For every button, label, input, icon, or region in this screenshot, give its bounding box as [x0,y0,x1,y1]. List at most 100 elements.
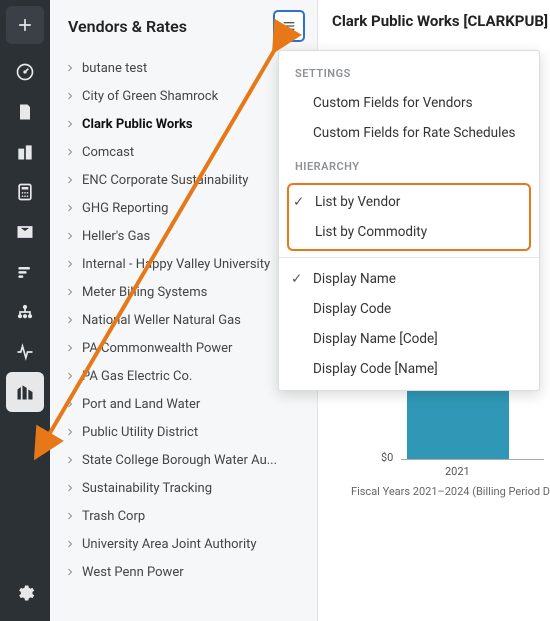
chevron-right-icon [64,398,76,410]
calculator-icon [15,182,35,202]
chevron-right-icon [64,258,76,270]
nav-buildings[interactable] [6,132,44,172]
tree-row[interactable]: State College Borough Water Au... [64,446,309,474]
chevron-right-icon [64,174,76,186]
tree-row-label: Comcast [82,145,134,160]
tree-row-label: National Weller Natural Gas [82,313,241,328]
tree-row[interactable]: Public Utility District [64,418,309,446]
tree-row[interactable]: GHG Reporting [64,194,309,222]
dd-section-hierarchy: HIERARCHY [279,156,539,181]
add-button[interactable] [6,6,44,44]
tree-row-label: City of Green Shamrock [82,89,218,104]
tree-list: butane test City of Green Shamrock Clark P… [50,54,317,621]
dd-section-settings: SETTINGS [279,63,539,88]
tree-row[interactable]: City of Green Shamrock [64,82,309,110]
tree-row[interactable]: Port and Land Water [64,390,309,418]
chevron-right-icon [64,202,76,214]
dd-display-code[interactable]: Display Code [279,294,539,324]
tree-header: Vendors & Rates [50,0,317,54]
tree-row-label: PA Gas Electric Co. [82,369,192,384]
tree-row[interactable]: West Penn Power [64,558,309,586]
chevron-right-icon [64,62,76,74]
dd-label: Display Name [Code] [313,331,438,347]
nav-report[interactable] [6,92,44,132]
nav-vendors-rates[interactable] [6,372,44,412]
dd-separator [279,257,539,258]
tree-row-label: Internal - Happy Valley University [82,257,270,272]
tree-row[interactable]: Comcast [64,138,309,166]
dd-list-by-commodity[interactable]: List by Commodity [289,217,529,247]
gear-icon [15,583,35,603]
dashboard-icon [15,62,35,82]
tree-row-label: West Penn Power [82,565,184,580]
plus-icon [15,15,35,35]
chart-baseline [401,459,544,460]
tree-row-label: ENC Corporate Sustainability [82,173,248,188]
chevron-right-icon [64,90,76,102]
chart-caption: Fiscal Years 2021–2024 (Billing Period D [351,485,550,498]
tree-row[interactable]: Clark Public Works [64,110,309,138]
chevron-right-icon [64,118,76,130]
nav-activity[interactable] [6,332,44,372]
tree-row-label: State College Borough Water Au... [82,453,277,468]
tree-row[interactable]: PA Gas Electric Co. [64,362,309,390]
chevron-right-icon [64,482,76,494]
dd-custom-fields-vendors[interactable]: Custom Fields for Vendors [279,88,539,118]
tree-row[interactable]: ENC Corporate Sustainability [64,166,309,194]
tree-row-label: butane test [82,61,147,76]
tree-row[interactable]: Heller's Gas [64,222,309,250]
dd-custom-fields-rates[interactable]: Custom Fields for Rate Schedules [279,118,539,148]
chevron-right-icon [64,510,76,522]
chevron-right-icon [64,426,76,438]
dd-display-code-name[interactable]: Display Code [Name] [279,354,539,384]
dd-label: Custom Fields for Vendors [313,95,473,111]
hierarchy-icon [15,302,35,322]
detail-title: Clark Public Works [CLARKPUB] [332,12,550,30]
tree-row[interactable]: National Weller Natural Gas [64,306,309,334]
chevron-right-icon [64,454,76,466]
left-nav-rail [0,0,50,621]
nav-calculator[interactable] [6,172,44,212]
chevron-right-icon [64,286,76,298]
nav-inbox[interactable] [6,212,44,252]
tree-row-label: Port and Land Water [82,397,200,412]
tree-row-label: GHG Reporting [82,201,168,216]
nav-hierarchy[interactable] [6,292,44,332]
nav-settings[interactable] [6,573,44,613]
hamburger-icon [281,18,297,34]
chevron-right-icon [64,370,76,382]
vendors-rates-icon [15,382,35,402]
annotation-hierarchy-highlight: ✓ List by Vendor List by Commodity [287,183,531,251]
tree-row-label: Trash Corp [82,509,145,524]
tree-row[interactable]: Sustainability Tracking [64,474,309,502]
tree-row[interactable]: PA Commonwealth Power [64,334,309,362]
chevron-right-icon [64,146,76,158]
tree-row[interactable]: butane test [64,54,309,82]
dd-display-name-code[interactable]: Display Name [Code] [279,324,539,354]
tree-menu-dropdown: SETTINGS Custom Fields for Vendors Custo… [278,50,540,391]
nav-bars[interactable] [6,252,44,292]
chevron-right-icon [64,538,76,550]
chart-xtick: 2021 [445,465,470,478]
tree-row[interactable]: University Area Joint Authority [64,530,309,558]
dd-label: List by Vendor [315,194,400,210]
dd-display-name[interactable]: ✓ Display Name [279,264,539,294]
tree-row-label: PA Commonwealth Power [82,341,232,356]
nav-dashboard[interactable] [6,52,44,92]
check-icon: ✓ [291,271,307,287]
tree-row-label: Public Utility District [82,425,198,440]
dd-label: Display Code [313,301,391,317]
tree-title: Vendors & Rates [68,17,187,36]
inbox-icon [15,222,35,242]
chart-ytick-bottom: $0 [381,451,393,464]
tree-row[interactable]: Trash Corp [64,502,309,530]
tree-menu-button[interactable] [273,10,305,42]
tree-row-label: Heller's Gas [82,229,150,244]
tree-row-label: University Area Joint Authority [82,537,257,552]
dd-list-by-vendor[interactable]: ✓ List by Vendor [289,187,529,217]
tree-row[interactable]: Internal - Happy Valley University [64,250,309,278]
check-icon: ✓ [293,194,309,210]
tree-row[interactable]: Meter Billing Systems [64,278,309,306]
chevron-right-icon [64,566,76,578]
buildings-icon [15,142,35,162]
